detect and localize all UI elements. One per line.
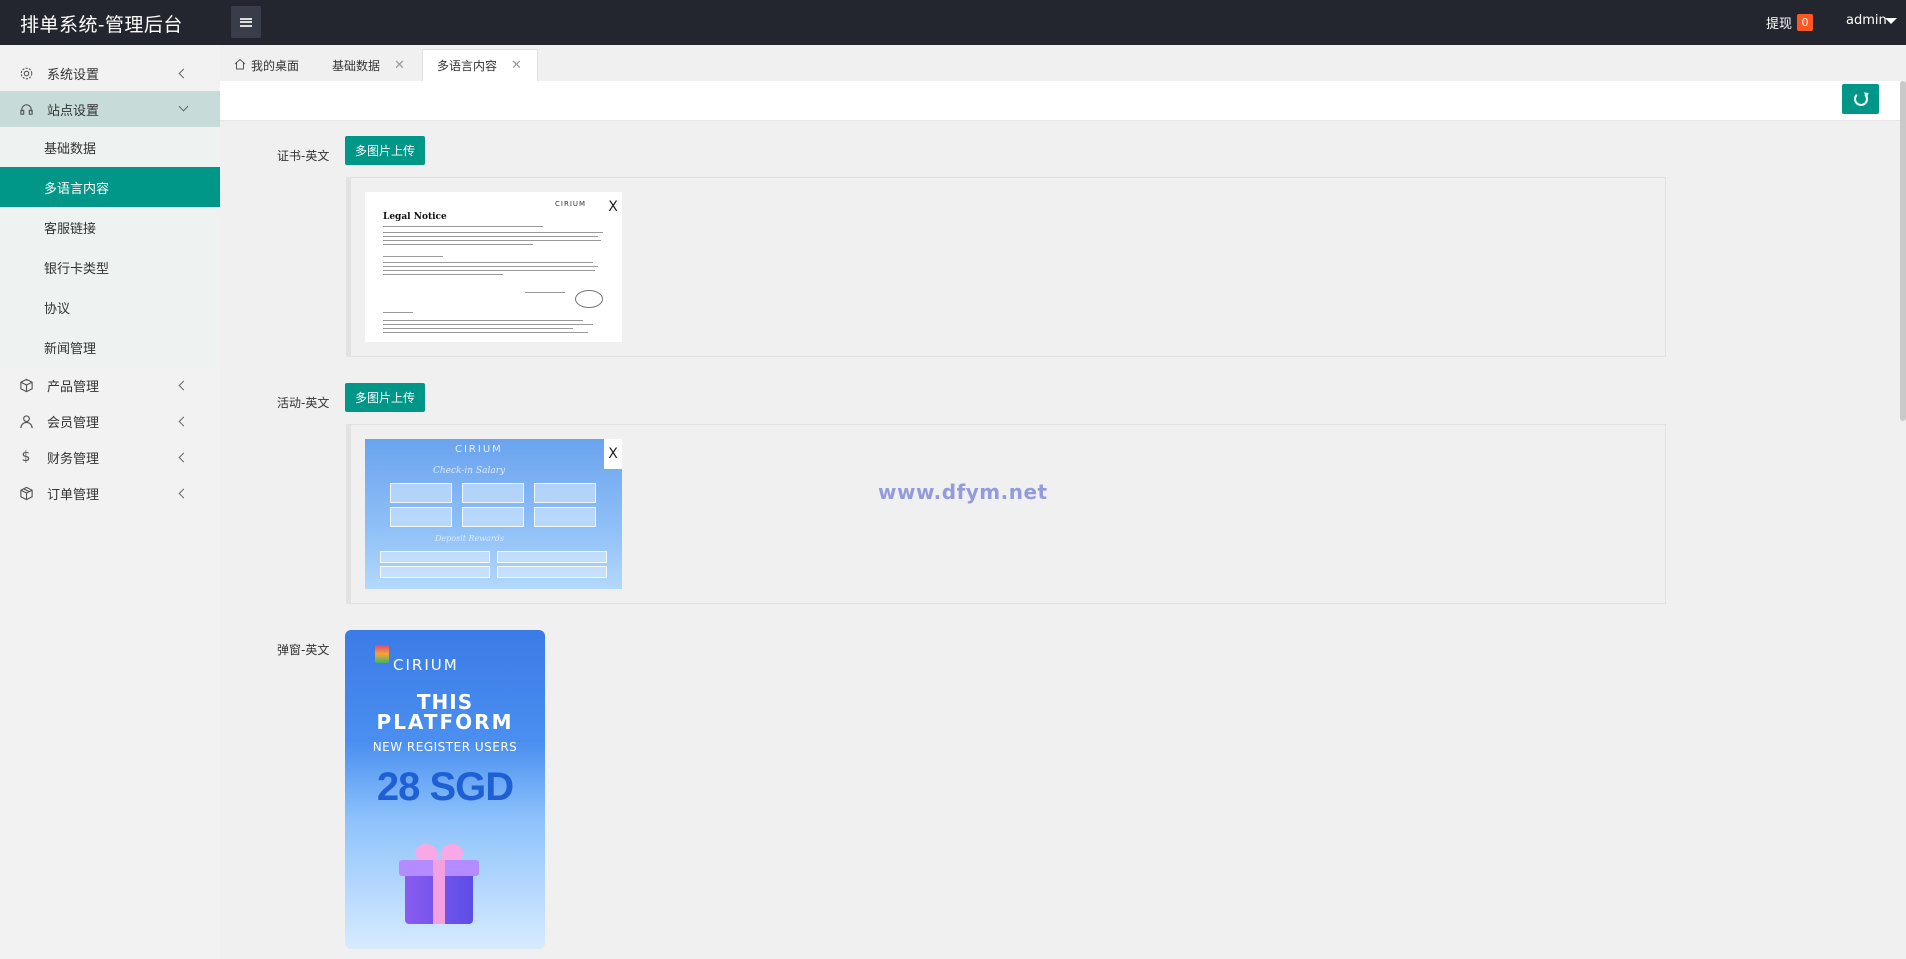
activity-upload-button[interactable]: 多图片上传 [345, 383, 425, 412]
chevron-left-icon [178, 416, 189, 426]
sidebar-item-label: 财务管理 [47, 451, 100, 467]
certificate-delete-button[interactable]: X [604, 192, 622, 222]
box-icon [18, 485, 34, 501]
sidebar-subitem-label: 多语言内容 [44, 181, 110, 197]
refresh-icon [1853, 92, 1868, 106]
popup-image-line2: PLATFORM [376, 710, 514, 734]
content-toolbar [220, 81, 1900, 121]
sidebar-subitem-service-link[interactable]: 客服链接 [0, 207, 220, 247]
sidebar-subitem-news[interactable]: 新闻管理 [0, 327, 220, 367]
popup-image-amount: 28 SGD [376, 765, 514, 809]
menu-toggle-button[interactable] [231, 6, 261, 38]
popup-label: 弹窗-英文 [277, 643, 330, 657]
chevron-left-icon [178, 452, 189, 462]
home-icon [234, 58, 246, 73]
cirium-logo-icon [375, 645, 389, 663]
certificate-label: 证书-英文 [277, 149, 330, 163]
activity-label: 活动-英文 [277, 396, 330, 410]
scrollbar[interactable] [1900, 81, 1906, 421]
sidebar-subitem-label: 银行卡类型 [44, 261, 110, 277]
close-icon[interactable]: ✕ [394, 58, 405, 73]
activity-image-heading: Check-in Salary [433, 466, 506, 476]
sidebar-item-label: 会员管理 [47, 415, 100, 431]
sidebar-item-orders[interactable]: 订单管理 [0, 475, 220, 511]
hamburger-icon [240, 17, 252, 27]
user-icon [18, 413, 34, 429]
caret-down-icon[interactable] [1885, 18, 1897, 24]
top-header: 排单系统-管理后台 提现 0 admin [0, 0, 1906, 45]
tab-label: 多语言内容 [437, 59, 498, 73]
chevron-left-icon [178, 68, 189, 78]
sidebar-subitem-multilang[interactable]: 多语言内容 [0, 167, 220, 207]
sidebar-subitem-agreement[interactable]: 协议 [0, 287, 220, 327]
headset-icon [18, 101, 34, 117]
watermark-text: www.dfym.net [878, 480, 1048, 504]
gift-box-icon [397, 840, 481, 924]
sidebar-item-products[interactable]: 产品管理 [0, 367, 220, 403]
sidebar-item-members[interactable]: 会员管理 [0, 403, 220, 439]
activity-delete-button[interactable]: X [604, 439, 622, 469]
popup-image: CIRIUM THIS PLATFORM NEW REGISTER USERS … [345, 630, 545, 949]
activity-image: CIRIUM Check-in Salary Deposit Rewards [365, 439, 622, 589]
certificate-image-logo: CIRIUM [555, 200, 587, 208]
cube-icon [18, 377, 34, 393]
sidebar-subitem-basic-data[interactable]: 基础数据 [0, 127, 220, 167]
activity-image-subheading: Deposit Rewards [435, 534, 504, 543]
sidebar-item-site-settings[interactable]: 站点设置 [0, 91, 220, 127]
gear-icon [18, 65, 34, 81]
sidebar-item-finance[interactable]: $ 财务管理 [0, 439, 220, 475]
sidebar-item-label: 站点设置 [47, 103, 100, 119]
user-menu[interactable]: admin [1846, 13, 1887, 28]
app-title: 排单系统-管理后台 [20, 14, 183, 36]
chevron-left-icon [178, 488, 189, 498]
sidebar-subitem-label: 基础数据 [44, 141, 97, 157]
tab-bar: 我的桌面 基础数据 ✕ 多语言内容 ✕ [220, 45, 1906, 81]
withdraw-count-badge: 0 [1797, 14, 1813, 31]
certificate-upload-button[interactable]: 多图片上传 [345, 136, 425, 165]
sidebar-item-label: 系统设置 [47, 67, 100, 83]
chevron-down-icon [178, 101, 189, 112]
close-icon[interactable]: ✕ [511, 58, 522, 73]
sidebar-subitem-label: 协议 [44, 301, 71, 317]
sidebar: 系统设置 站点设置 基础数据 多语言内容 客服链接 银行卡类型 协议 新闻管理 … [0, 45, 220, 959]
sidebar-subitem-label: 新闻管理 [44, 341, 97, 357]
popup-image-line3: NEW REGISTER USERS [372, 740, 518, 754]
sidebar-subitem-label: 客服链接 [44, 221, 97, 237]
activity-image-logo: CIRIUM [455, 444, 503, 455]
sidebar-item-label: 产品管理 [47, 379, 100, 395]
dollar-icon: $ [21, 449, 31, 465]
certificate-seal [575, 290, 603, 308]
sidebar-item-label: 订单管理 [47, 487, 100, 503]
sidebar-item-system-settings[interactable]: 系统设置 [0, 55, 220, 91]
tab-basic-data[interactable]: 基础数据 ✕ [332, 49, 405, 81]
tab-my-desktop[interactable]: 我的桌面 [234, 49, 299, 81]
refresh-button[interactable] [1842, 84, 1879, 114]
tab-label: 我的桌面 [251, 58, 300, 73]
tab-multilang[interactable]: 多语言内容 ✕ [422, 49, 538, 81]
chevron-left-icon [178, 380, 189, 390]
tab-label: 基础数据 [332, 58, 381, 73]
sidebar-subitem-bank-card-type[interactable]: 银行卡类型 [0, 247, 220, 287]
certificate-image: CIRIUM Legal Notice [365, 192, 622, 342]
withdraw-link[interactable]: 提现 [1766, 13, 1792, 32]
popup-image-logo: CIRIUM [393, 656, 459, 674]
certificate-image-title: Legal Notice [383, 212, 447, 222]
